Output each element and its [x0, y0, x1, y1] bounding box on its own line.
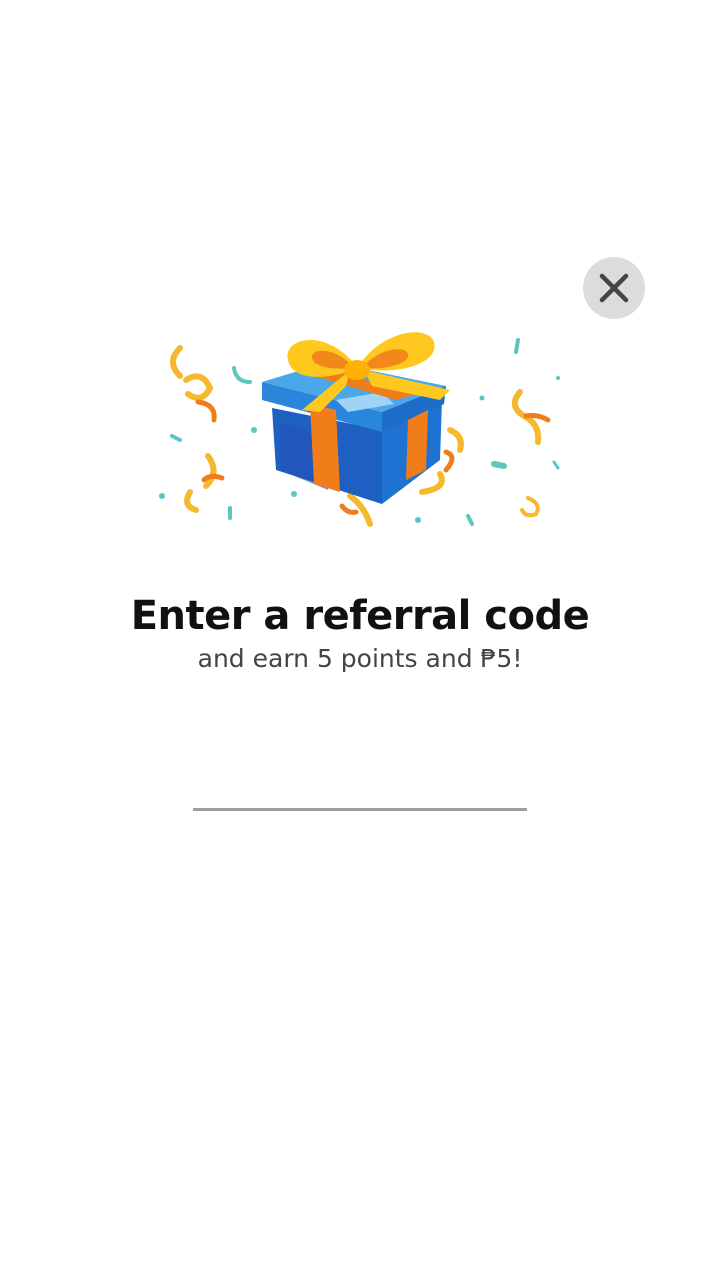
close-icon: [599, 273, 629, 303]
close-button[interactable]: [583, 257, 645, 319]
referral-code-input[interactable]: [193, 760, 527, 811]
page-subtitle: and earn 5 points and ₱5!: [197, 644, 523, 673]
page-title: Enter a referral code: [130, 593, 590, 639]
gift-box: [262, 332, 450, 504]
referral-screen: Enter a referral code and earn 5 points …: [0, 0, 720, 1280]
gift-box-confetti-icon: [159, 332, 560, 527]
